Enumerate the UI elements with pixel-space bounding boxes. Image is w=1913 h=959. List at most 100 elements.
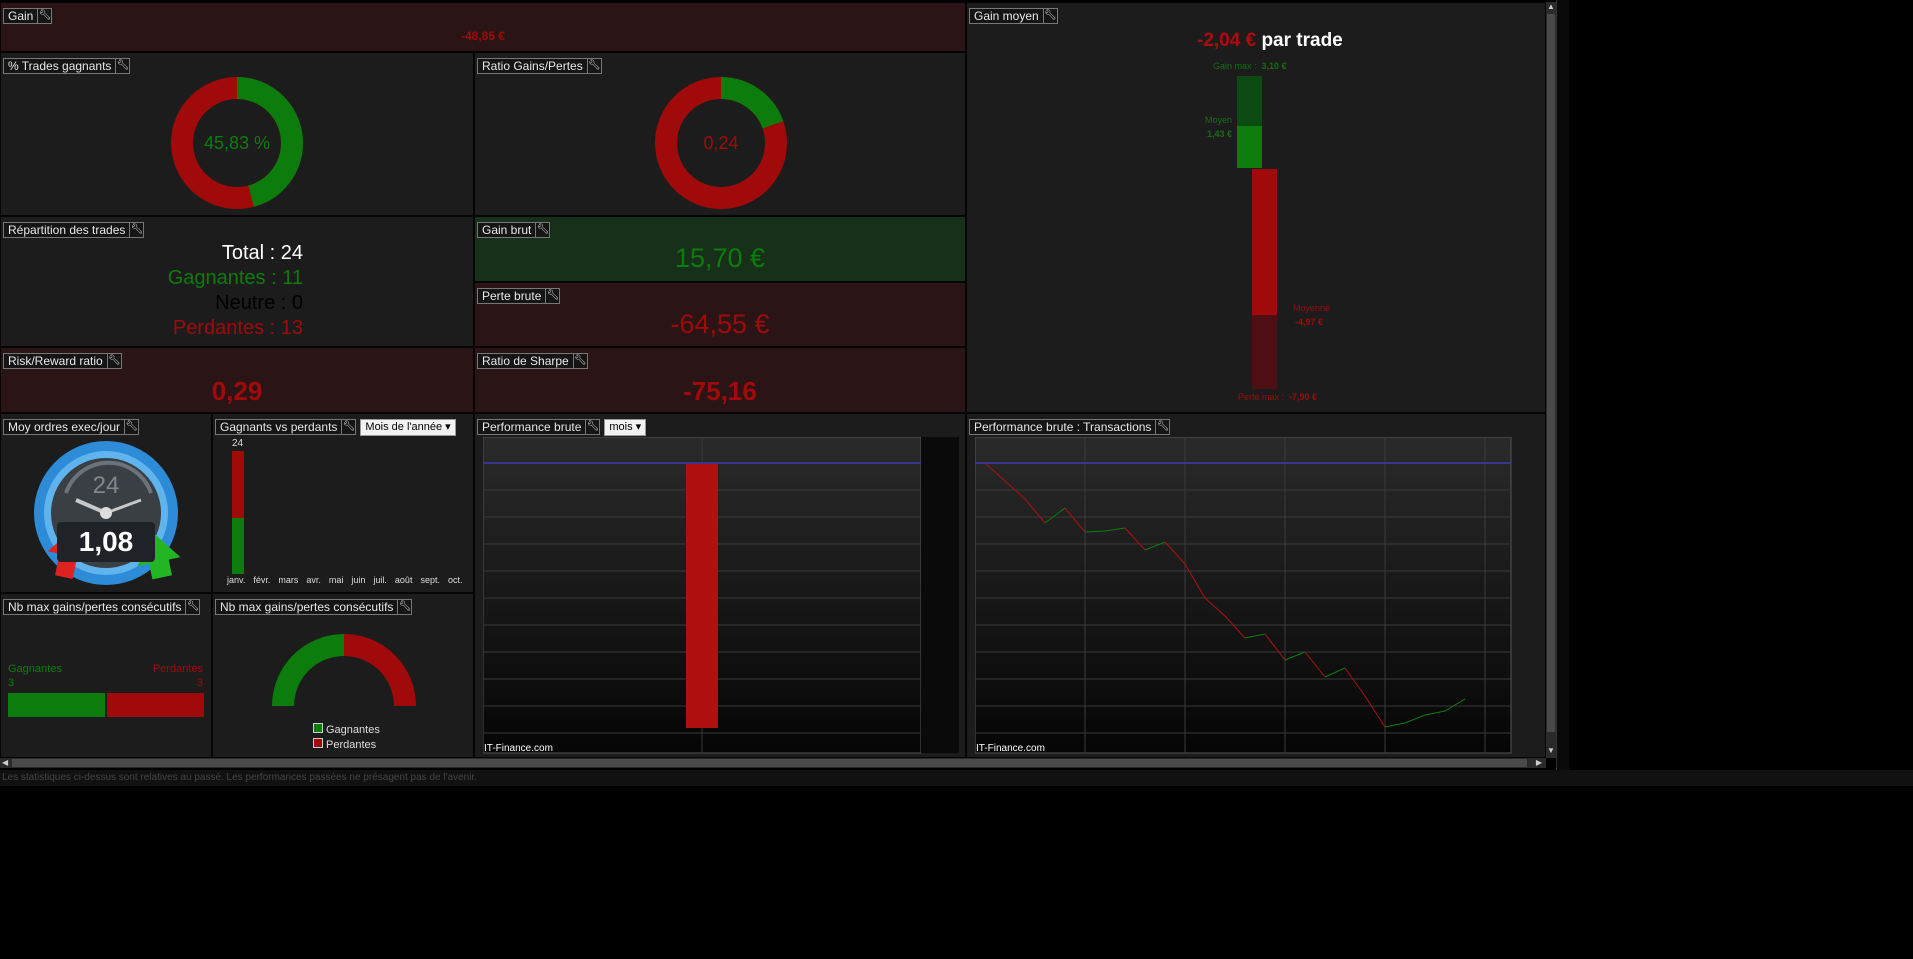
wrench-icon[interactable]: 🔧︎ bbox=[341, 419, 357, 435]
scroll-right-arrow[interactable]: ▶ bbox=[1536, 758, 1542, 767]
moy-ordres-panel: Moy ordres exec/jour 🔧︎ 24 1,08 bbox=[0, 413, 212, 593]
gain-panel: Gain 🔧︎ -48,85 € bbox=[0, 2, 966, 52]
moy-ordres-title: Moy ordres exec/jour bbox=[3, 419, 125, 435]
consec-donut-panel: Nb max gains/pertes consécutifs 🔧︎ Gagnan… bbox=[212, 593, 474, 758]
gain-brut-title: Gain brut bbox=[477, 222, 536, 238]
neutre-count: Neutre : 0 bbox=[215, 292, 303, 314]
gagnantes-count: Gagnantes : 11 bbox=[167, 267, 303, 289]
risk-reward-title: Risk/Reward ratio bbox=[3, 353, 107, 369]
month-label: janv. bbox=[227, 575, 246, 585]
background-chart-strip bbox=[1556, 0, 1569, 780]
scroll-thumb[interactable] bbox=[1547, 14, 1555, 732]
perf-transactions-chart bbox=[975, 437, 1512, 754]
ratio-title: Ratio Gains/Pertes bbox=[477, 58, 587, 74]
moyenne-bar bbox=[1252, 169, 1277, 315]
consec-donut-title: Nb max gains/pertes consécutifs bbox=[215, 599, 398, 615]
perte-brute-title: Perte brute bbox=[477, 288, 546, 304]
ratio-gains-pertes-panel: Ratio Gains/Pertes 🔧︎ 0,24 bbox=[474, 52, 966, 216]
wrench-icon[interactable]: 🔧︎ bbox=[545, 288, 561, 304]
wrench-icon[interactable]: 🔧︎ bbox=[585, 419, 601, 435]
month-label: mars bbox=[278, 575, 299, 585]
wrench-icon[interactable]: 🔧︎ bbox=[106, 353, 122, 369]
sharpe-panel: Ratio de Sharpe 🔧︎ -75,16 bbox=[474, 347, 966, 413]
perf-tx-title: Performance brute : Transactions bbox=[969, 419, 1156, 435]
win-rate-value: 45,83 % bbox=[203, 133, 271, 153]
month-label: avr. bbox=[306, 575, 321, 585]
perf-tx-watermark: IT-Finance.com bbox=[976, 743, 1045, 754]
month-label: août bbox=[394, 575, 413, 585]
wrench-icon[interactable]: 🔧︎ bbox=[1155, 419, 1171, 435]
gvp-top-label: 24 bbox=[232, 438, 244, 449]
moyen-value: 1,43 € bbox=[1207, 129, 1233, 139]
gain-max-label: Gain max : 3,10 € bbox=[1213, 61, 1287, 71]
perdantes-count: Perdantes : 13 bbox=[172, 317, 303, 339]
period-select[interactable]: Mois de l'année ▾ bbox=[360, 418, 456, 436]
repartition-title: Répartition des trades bbox=[3, 222, 130, 238]
wrench-icon[interactable]: 🔧︎ bbox=[572, 353, 588, 369]
month-label: juin bbox=[351, 575, 366, 585]
legend-gagnantes: Gagnantes bbox=[313, 723, 380, 736]
total-count: Total : 24 bbox=[221, 242, 303, 264]
month-axis: janv. févr. mars avr. mai juin juil. août sept. o… bbox=[227, 575, 462, 585]
moyenne-value: -4,97 € bbox=[1295, 317, 1324, 327]
moyenne-label: Moyenne bbox=[1293, 303, 1331, 313]
wrench-icon[interactable]: 🔧︎ bbox=[185, 599, 201, 615]
avg-suffix: par trade bbox=[1261, 30, 1343, 51]
perf-brute-chart bbox=[483, 437, 959, 754]
repartition-panel: Répartition des trades 🔧︎ Total : 24 Gagn… bbox=[0, 216, 474, 347]
gain-value: -48,85 € bbox=[460, 29, 506, 43]
gagnants-vs-perdants-panel: Gagnants vs perdants 🔧︎ Mois de l'année ▾… bbox=[212, 413, 474, 593]
wrench-icon[interactable]: 🔧︎ bbox=[397, 599, 413, 615]
legend-perdantes: Perdantes bbox=[313, 738, 376, 751]
month-label: mai bbox=[328, 575, 344, 585]
wrench-icon[interactable]: 🔧︎ bbox=[37, 8, 53, 24]
wrench-icon[interactable]: 🔧︎ bbox=[586, 58, 602, 74]
gain-moyen-panel: Gain moyen 🔧︎ -2,04 € par trade Gain max … bbox=[966, 2, 1546, 413]
wrench-icon[interactable]: 🔧︎ bbox=[1042, 8, 1058, 24]
avg-per-trade: -2,04 € par trade bbox=[1197, 30, 1343, 52]
perte-brute-panel: Perte brute 🔧︎ -64,55 € bbox=[474, 282, 966, 347]
consec-perdantes-value: 3 bbox=[196, 677, 203, 689]
perf-brute-title: Performance brute bbox=[477, 419, 586, 435]
consec-bar-winners bbox=[8, 693, 105, 717]
hscroll-thumb[interactable] bbox=[12, 759, 1527, 767]
month-label: févr. bbox=[253, 575, 271, 585]
gain-moyen-title: Gain moyen bbox=[969, 8, 1043, 24]
sharpe-value: -75,16 bbox=[683, 376, 757, 406]
trades-gagnants-title: % Trades gagnants bbox=[3, 58, 116, 74]
moyen-bar bbox=[1237, 126, 1262, 168]
disclaimer-text: Les statistiques ci-dessus sont relative… bbox=[2, 772, 477, 783]
moyen-label: Moyen bbox=[1205, 115, 1233, 125]
scroll-left-arrow[interactable]: ◀ bbox=[2, 758, 8, 767]
granularity-select[interactable]: mois ▾ bbox=[604, 418, 647, 436]
consec-gagnantes-label: Gagnantes bbox=[8, 663, 62, 675]
perf-bar-jan bbox=[686, 464, 718, 728]
month-label: oct. bbox=[447, 575, 463, 585]
scroll-up-arrow[interactable]: ▲ bbox=[1546, 2, 1556, 12]
risk-reward-value: 0,29 bbox=[211, 376, 263, 406]
perf-transactions-panel: Performance brute : Transactions 🔧︎ IT-F… bbox=[966, 413, 1546, 758]
wrench-icon[interactable]: 🔧︎ bbox=[129, 222, 145, 238]
scroll-down-arrow[interactable]: ▼ bbox=[1546, 746, 1556, 756]
consec-bar-losers bbox=[107, 693, 204, 717]
gvp-bar-losers bbox=[232, 451, 244, 518]
wrench-icon[interactable]: 🔧︎ bbox=[124, 419, 140, 435]
gain-brut-panel: Gain brut 🔧︎ 15,70 € bbox=[474, 216, 966, 282]
wrench-icon[interactable]: 🔧︎ bbox=[115, 58, 131, 74]
gain-max-bar bbox=[1237, 76, 1262, 126]
sharpe-title: Ratio de Sharpe bbox=[477, 353, 573, 369]
horizontal-scrollbar[interactable]: ◀ ▶ bbox=[0, 758, 1546, 768]
perte-brute-value: -64,55 € bbox=[670, 309, 770, 339]
month-label: sept. bbox=[420, 575, 440, 585]
repartition-list: Total : 24 Gagnantes : 11 Neutre : 0 Per… bbox=[168, 241, 303, 341]
risk-reward-panel: Risk/Reward ratio 🔧︎ 0,29 bbox=[0, 347, 474, 413]
status-bar: Les statistiques ci-dessus sont relative… bbox=[0, 770, 1913, 786]
clock-gauge-icon bbox=[34, 441, 181, 585]
perte-max-label: Perte max : -7,90 € bbox=[1238, 392, 1318, 402]
wrench-icon[interactable]: 🔧︎ bbox=[535, 222, 551, 238]
perte-max-bar bbox=[1252, 315, 1277, 389]
perf-brute-panel: Performance brute 🔧︎ mois ▾ IT-Finance.co… bbox=[474, 413, 966, 758]
perf-brute-watermark: IT-Finance.com bbox=[484, 743, 553, 754]
vertical-scrollbar[interactable]: ▲ ▼ bbox=[1546, 2, 1556, 758]
gvp-bar-winners bbox=[232, 518, 244, 574]
